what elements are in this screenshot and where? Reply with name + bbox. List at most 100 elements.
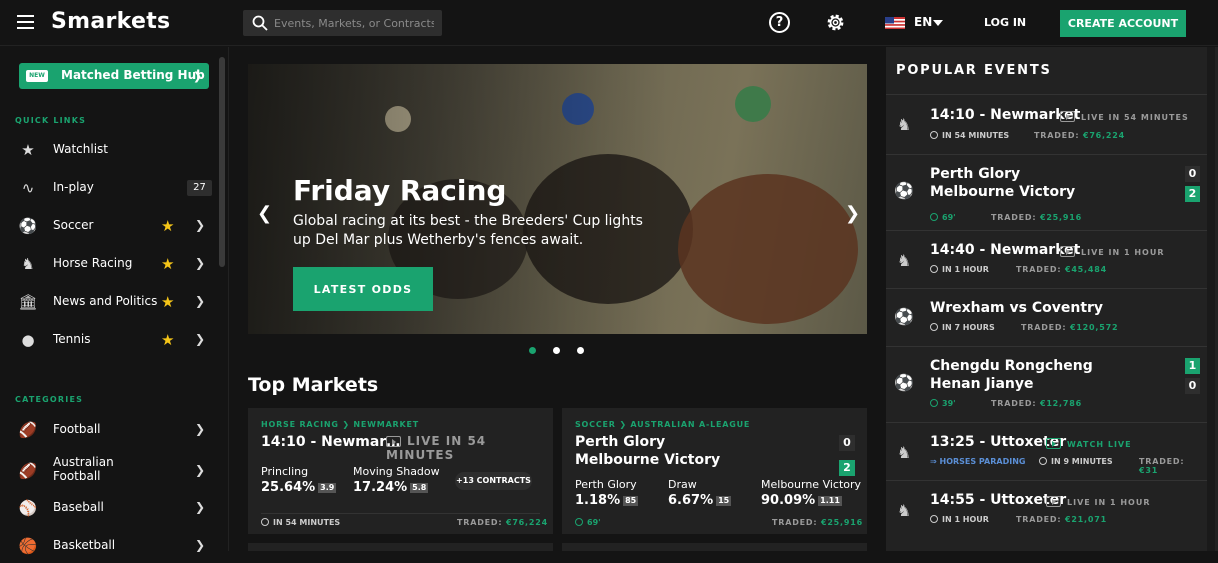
horse-icon: ♞ [896,251,912,270]
event-name[interactable]: 14:10 - Newmarket [930,106,1080,124]
chevron-right-icon[interactable]: ❯ [845,203,860,224]
chevron-right-icon[interactable]: ❯ [195,500,205,514]
chevron-right-icon[interactable]: ❯ [195,463,205,477]
chevron-down-icon[interactable] [933,20,943,26]
market-card-partial[interactable] [562,543,867,551]
live-status: LIVE IN 1 HOUR [1046,496,1150,507]
selection-price[interactable]: 25.64% 3.9 [261,480,337,495]
watch-live-link[interactable]: WATCH LIVE [1046,438,1132,449]
sidebar-item-football[interactable]: 🏈 Football ❯ [0,413,219,447]
event-row[interactable]: ♞ 13:25 - Uttoxeter WATCH LIVE ⇒ HORSES … [886,422,1207,480]
event-name[interactable]: Wrexham vs Coventry [930,299,1103,317]
event-time: IN 1 HOUR [930,515,989,524]
tv-icon [386,436,401,447]
search-box[interactable] [243,10,442,36]
chevron-right-icon[interactable]: ❯ [195,294,205,308]
selection-price[interactable]: 6.67% 15 [668,493,732,508]
event-name[interactable]: Perth Glory Melbourne Victory [930,165,1075,201]
event-row[interactable]: ♞ 14:40 - Newmarket LIVE IN 1 HOUR IN 1 … [886,230,1207,288]
sidebar-item-in-play[interactable]: ∿ In-play 27 [0,171,219,205]
hamburger-menu-icon[interactable] [17,15,34,29]
favorite-star-icon[interactable]: ★ [161,217,174,235]
market-title[interactable]: Perth Glory Melbourne Victory [575,433,720,469]
sidebar-item-news-and-politics[interactable]: 🏛 News and Politics ★ ❯ [0,285,219,319]
traded-amount: TRADED: €25,916 [772,518,863,527]
market-card-perth-melbourne[interactable]: SOCCER ❯ AUSTRALIAN A-LEAGUE Perth Glory… [562,408,867,534]
market-card-partial[interactable] [248,543,553,551]
sidebar-scrollbar[interactable] [219,57,225,267]
us-flag-icon[interactable] [885,17,905,29]
sidebar-item-label: Soccer [53,218,94,232]
gear-icon[interactable] [824,11,847,34]
language-selector[interactable]: EN [914,15,932,29]
score-away: 2 [839,460,855,476]
event-row[interactable]: ⚽ Chengdu Rongcheng Henan Jianye 1 0 39' … [886,346,1207,422]
sidebar-item-tennis[interactable]: ● Tennis ★ ❯ [0,323,219,357]
clock-icon [930,323,938,331]
in-play-count-badge: 27 [187,180,212,196]
popular-events-panel: POPULAR EVENTS ♞ 14:10 - Newmarket LIVE … [886,47,1218,551]
soccer-icon: ⚽ [18,217,38,235]
football-icon: 🏈 [18,421,38,439]
chevron-right-icon[interactable]: ❯ [195,218,205,232]
sidebar-item-horse-racing[interactable]: ♞ Horse Racing ★ ❯ [0,247,219,281]
event-name[interactable]: Chengdu Rongcheng Henan Jianye [930,357,1093,393]
breadcrumb[interactable]: SOCCER ❯ AUSTRALIAN A-LEAGUE [575,420,750,429]
sidebar-item-baseball[interactable]: ⚾ Baseball ❯ [0,491,219,525]
search-input[interactable] [274,14,434,32]
sidebar-item-australian-football[interactable]: 🏈 Australian Football ❯ [0,451,219,491]
chevron-right-icon[interactable]: ❯ [195,422,205,436]
carousel-dot-active[interactable] [529,347,536,354]
traded-amount: TRADED: €31 [1139,457,1185,475]
hero-banner[interactable]: Friday Racing Global racing at its best … [248,64,867,334]
match-clock: 39' [930,399,956,408]
clock-icon [930,399,938,407]
sidebar-item-label: Watchlist [53,142,108,156]
sidebar-item-soccer[interactable]: ⚽ Soccer ★ ❯ [0,209,219,243]
chevron-left-icon[interactable]: ❮ [257,203,272,224]
event-row[interactable]: ⚽ Wrexham vs Coventry IN 7 HOURS TRADED:… [886,288,1207,346]
carousel-dot[interactable] [577,347,584,354]
favorite-star-icon[interactable]: ★ [161,255,174,273]
matched-betting-hub-button[interactable]: NEW Matched Betting Hub ❯ [19,63,209,89]
create-account-button[interactable]: CREATE ACCOUNT [1060,10,1186,37]
favorite-star-icon[interactable]: ★ [161,293,174,311]
event-row[interactable]: ♞ 14:55 - Uttoxeter LIVE IN 1 HOUR IN 1 … [886,480,1207,538]
breadcrumb[interactable]: HORSE RACING ❯ NEWMARKET [261,420,419,429]
sidebar-item-watchlist[interactable]: ★ Watchlist [0,133,219,167]
smarkets-logo[interactable]: Smarkets [51,9,170,34]
sidebar-item-basketball[interactable]: 🏀 Basketball ❯ [0,529,219,563]
hub-label: Matched Betting Hub [61,68,205,82]
latest-odds-button[interactable]: LATEST ODDS [293,267,433,311]
chevron-right-icon[interactable]: ❯ [195,538,205,552]
clock-icon [930,131,938,139]
login-link[interactable]: LOG IN [984,16,1026,29]
divider [261,513,540,514]
panel-scrollbar[interactable] [1207,47,1215,551]
help-icon[interactable]: ? [769,12,790,33]
score-home: 0 [1185,166,1200,182]
chevron-right-icon[interactable]: ❯ [195,332,205,346]
live-status: LIVE IN 1 HOUR [1060,246,1164,257]
popular-events-title: POPULAR EVENTS [896,63,1052,78]
traded-amount: TRADED: €21,071 [1016,515,1107,524]
more-contracts-button[interactable]: +13 CONTRACTS [455,472,532,490]
event-time: IN 1 HOUR [930,265,989,274]
selection-price[interactable]: 17.24% 5.8 [353,480,429,495]
carousel-dot[interactable] [553,347,560,354]
live-status: LIVE IN 54 MINUTES [1060,111,1189,122]
event-row[interactable]: ⚽ Perth Glory Melbourne Victory 0 2 69' T… [886,154,1207,230]
favorite-star-icon[interactable]: ★ [161,331,174,349]
soccer-icon: ⚽ [894,181,914,200]
chevron-right-icon[interactable]: ❯ [195,256,205,270]
horse-icon: ♞ [21,255,35,273]
event-row[interactable]: ♞ 14:10 - Newmarket LIVE IN 54 MINUTES I… [886,94,1207,154]
selection-price[interactable]: 90.09% 1.11 [761,493,842,508]
tv-icon [1046,438,1061,449]
clock-icon [575,518,583,526]
event-name[interactable]: 14:40 - Newmarket [930,241,1080,259]
market-title[interactable]: 14:10 - Newmar… [261,433,400,451]
market-card-newmarket[interactable]: HORSE RACING ❯ NEWMARKET 14:10 - Newmar…… [248,408,553,534]
selection-price[interactable]: 1.18% 85 [575,493,639,508]
sidebar-item-label: Australian Football [53,455,114,483]
